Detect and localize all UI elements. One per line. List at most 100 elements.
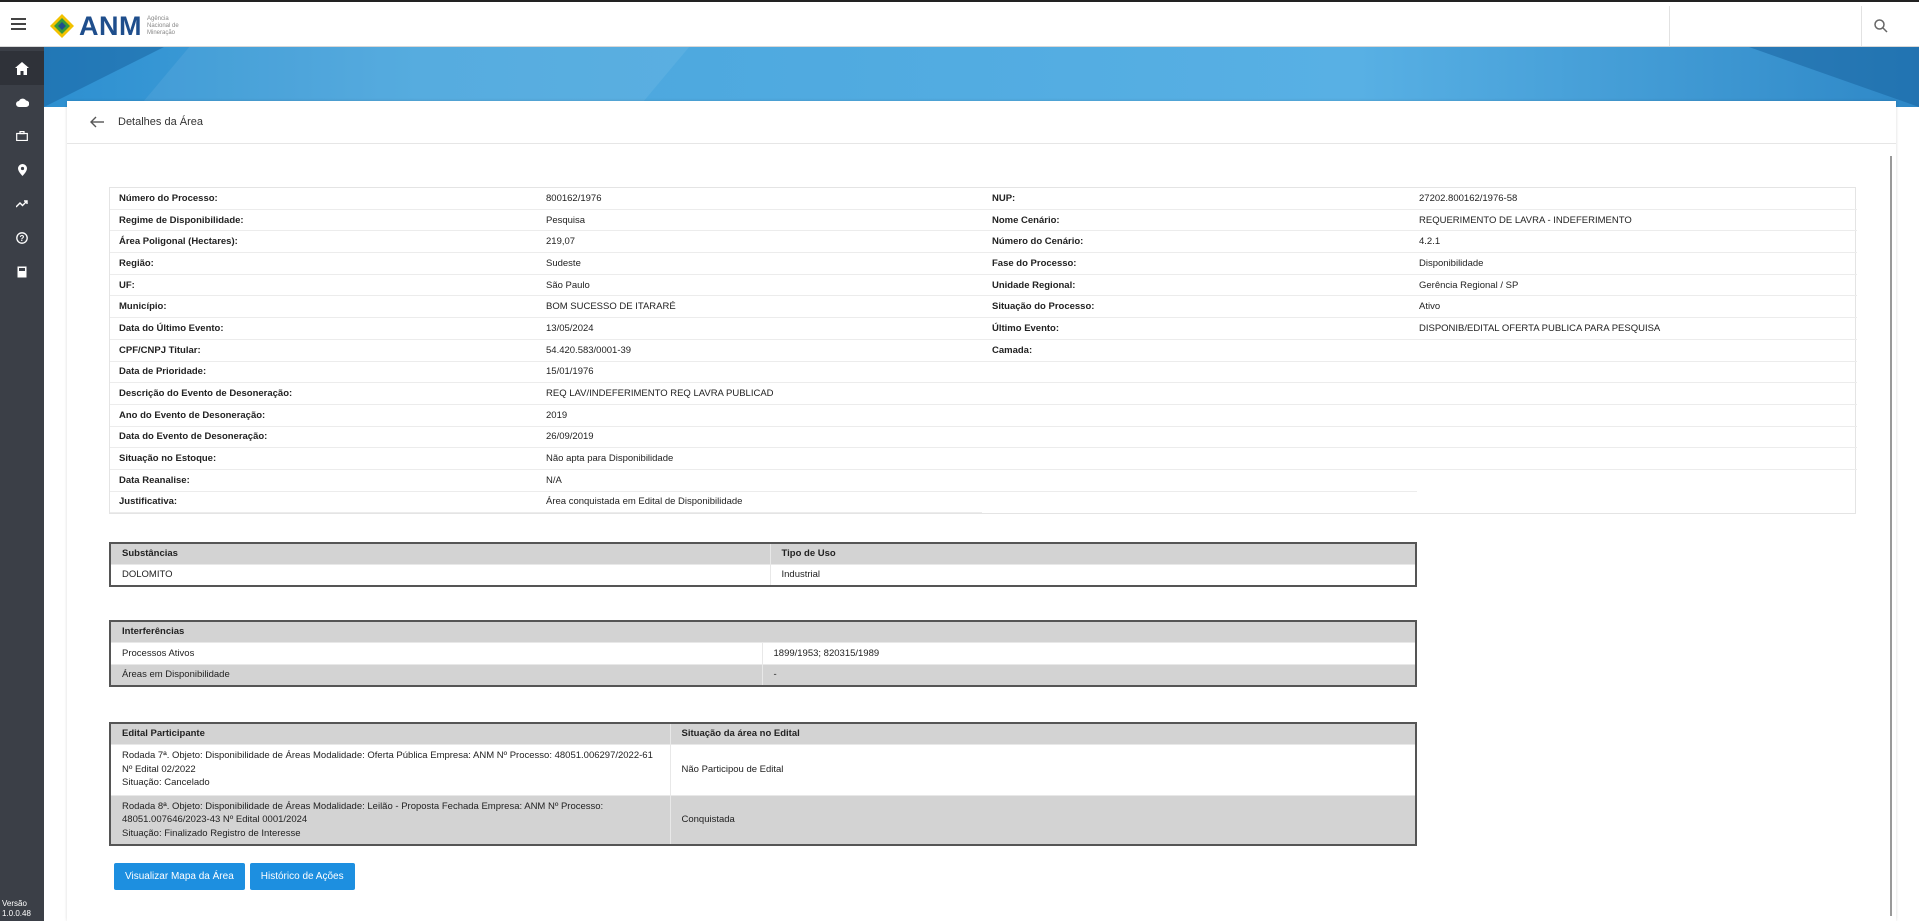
table-row: Processos Ativos 1899/1953; 820315/1989 xyxy=(109,641,1417,665)
detail-label: Ano do Evento de Desoneração: xyxy=(110,405,546,427)
detail-value: Não apta para Disponibilidade xyxy=(546,448,1857,470)
detail-row: UF: São Paulo Unidade Regional: Gerência Re… xyxy=(110,275,1857,297)
detail-row: Data de Prioridade: 15/01/1976 xyxy=(110,362,1857,384)
edital-line: Situação: Cancelado xyxy=(122,777,210,789)
process-details: Número do Processo: 800162/1976 NUP: 27202.… xyxy=(109,187,1857,515)
edital-line: Situação: Finalizado Registro de Interes… xyxy=(122,827,301,839)
edital-line: Nº Edital 02/2022 xyxy=(122,763,196,775)
column-header: Situação da área no Edital xyxy=(669,722,1417,745)
detail-row: Ano do Evento de Desoneração: 2019 xyxy=(110,405,1857,427)
scrollbar[interactable] xyxy=(1890,156,1892,916)
search-icon[interactable] xyxy=(1872,17,1890,35)
detail-value: Disponibilidade xyxy=(1419,253,1857,275)
details-card: Detalhes da Área Número do Processo: 8001… xyxy=(67,101,1896,921)
detail-value: Área conquistada em Edital de Disponibil… xyxy=(546,492,982,514)
location-pin-icon xyxy=(17,164,27,176)
detail-label: Número do Processo: xyxy=(110,188,546,210)
detail-label: UF: xyxy=(110,275,546,297)
sidebar-item-trending[interactable] xyxy=(0,187,44,221)
detail-value: N/A xyxy=(546,470,1417,492)
sidebar-item-location[interactable] xyxy=(0,153,44,187)
interference-value: 1899/1953; 820315/1989 xyxy=(761,641,1417,665)
diamond-logo-icon xyxy=(50,14,74,38)
column-header: Interferências xyxy=(109,620,1417,643)
action-buttons: Visualizar Mapa da Área Histórico de Açõ… xyxy=(114,863,355,890)
detail-label: Justificativa: xyxy=(110,492,546,514)
sidebar-item-book[interactable] xyxy=(0,255,44,289)
column-header: Tipo de Uso xyxy=(769,542,1417,565)
detail-label: Situação no Estoque: xyxy=(110,448,546,470)
detail-label: Número do Cenário: xyxy=(983,231,1419,254)
menu-icon[interactable] xyxy=(11,18,26,30)
detail-value: Gerência Regional / SP xyxy=(1419,275,1857,297)
version-number: 1.0.0.48 xyxy=(2,909,31,918)
detail-label: Data do Último Evento: xyxy=(110,318,546,340)
column-header: Substâncias xyxy=(109,542,771,565)
header-banner xyxy=(44,47,1919,107)
detail-row: Justificativa: Área conquistada em Edital… xyxy=(110,492,1855,514)
table-row: DOLOMITO Industrial xyxy=(109,563,1417,587)
detail-label: Município: xyxy=(110,296,546,319)
detail-label: Data de Prioridade: xyxy=(110,362,546,384)
detail-row: CPF/CNPJ Titular: 54.420.583/0001-39 Camad… xyxy=(110,340,1857,362)
trending-icon xyxy=(16,200,28,208)
action-history-button[interactable]: Histórico de Ações xyxy=(249,863,355,890)
sidebar-item-cloud[interactable] xyxy=(0,85,44,119)
editais-table: Edital Participante Situação da área no … xyxy=(109,722,1417,846)
sidebar: ? Versão 1.0.0.48 xyxy=(0,47,44,921)
edital-cell: Rodada 8ª. Objeto: Disponibilidade de Ár… xyxy=(109,794,671,846)
detail-row: Data Reanalise: N/A xyxy=(110,470,1855,492)
logo-text: ANM xyxy=(79,10,142,41)
detail-label: Fase do Processo: xyxy=(983,253,1419,275)
detail-row: Descrição do Evento de Desoneração: REQ L… xyxy=(110,383,1857,405)
edital-status: Não Participou de Edital xyxy=(669,743,1417,796)
sidebar-item-briefcase[interactable] xyxy=(0,119,44,153)
detail-row: Situação no Estoque: Não apta para Dispon… xyxy=(110,448,1857,470)
edital-cell: Rodada 7ª. Objeto: Disponibilidade de Ár… xyxy=(109,743,671,796)
home-icon xyxy=(15,61,29,75)
detail-row: Número do Processo: 800162/1976 NUP: 27202.… xyxy=(110,188,1857,210)
substance-cell: DOLOMITO xyxy=(109,563,771,587)
detail-row: Município: BOM SUCESSO DE ITARARÉ Situação… xyxy=(110,296,1857,319)
book-icon xyxy=(17,266,27,278)
detail-label: Data Reanalise: xyxy=(110,470,546,492)
detail-value: 2019 xyxy=(546,405,1857,427)
interference-value: - xyxy=(761,663,1417,687)
detail-label: Situação do Processo: xyxy=(983,296,1419,319)
version-label: Versão xyxy=(2,899,27,908)
detail-label: Último Evento: xyxy=(983,318,1419,340)
detail-label: Camada: xyxy=(983,340,1419,362)
table-row: Rodada 7ª. Objeto: Disponibilidade de Ár… xyxy=(109,743,1417,796)
anm-logo[interactable]: ANM Agência Nacional de Mineração xyxy=(49,11,187,41)
table-row: Áreas em Disponibilidade - xyxy=(109,663,1417,687)
view-map-button[interactable]: Visualizar Mapa da Área xyxy=(114,863,245,890)
detail-row: Data do Evento de Desoneração: 26/09/2019 xyxy=(110,427,1857,449)
edital-line: 48051.007646/2023-43 Nº Edital 0001/2024 xyxy=(122,814,308,825)
interference-label: Processos Ativos xyxy=(109,641,763,665)
detail-value: REQ LAV/INDEFERIMENTO REQ LAVRA PUBLICAD xyxy=(546,383,1857,405)
sidebar-item-help[interactable]: ? xyxy=(0,221,44,255)
substances-table: Substâncias Tipo de Uso DOLOMITO Industr… xyxy=(109,542,1417,587)
cloud-icon xyxy=(15,98,29,107)
back-arrow-icon[interactable] xyxy=(89,115,105,129)
help-icon: ? xyxy=(16,232,28,244)
detail-row: Região: Sudeste Fase do Processo: Disponibi… xyxy=(110,253,1857,275)
detail-label: Unidade Regional: xyxy=(983,275,1419,297)
detail-value: Ativo xyxy=(1419,296,1857,319)
version-info: Versão 1.0.0.48 xyxy=(2,899,31,919)
detail-label: CPF/CNPJ Titular: xyxy=(110,340,546,362)
sidebar-item-home[interactable] xyxy=(0,51,44,85)
detail-value: 15/01/1976 xyxy=(546,362,1857,384)
detail-value: 26/09/2019 xyxy=(546,427,1857,449)
detail-label: Área Poligonal (Hectares): xyxy=(110,231,546,254)
page-title: Detalhes da Área xyxy=(118,116,203,128)
detail-value: DISPONIB/EDITAL OFERTA PUBLICA PARA PESQ… xyxy=(1419,318,1857,340)
detail-row: Área Poligonal (Hectares): 219,07 Número d… xyxy=(110,231,1857,254)
detail-label: Data do Evento de Desoneração: xyxy=(110,427,546,449)
divider xyxy=(1669,6,1670,46)
edital-line: Rodada 8ª. Objeto: Disponibilidade de Ár… xyxy=(122,800,604,812)
detail-label: NUP: xyxy=(983,188,1419,210)
detail-row: Regime de Disponibilidade: Pesquisa Nome C… xyxy=(110,210,1857,232)
card-header: Detalhes da Área xyxy=(67,101,1896,144)
detail-label: Descrição do Evento de Desoneração: xyxy=(110,383,546,405)
